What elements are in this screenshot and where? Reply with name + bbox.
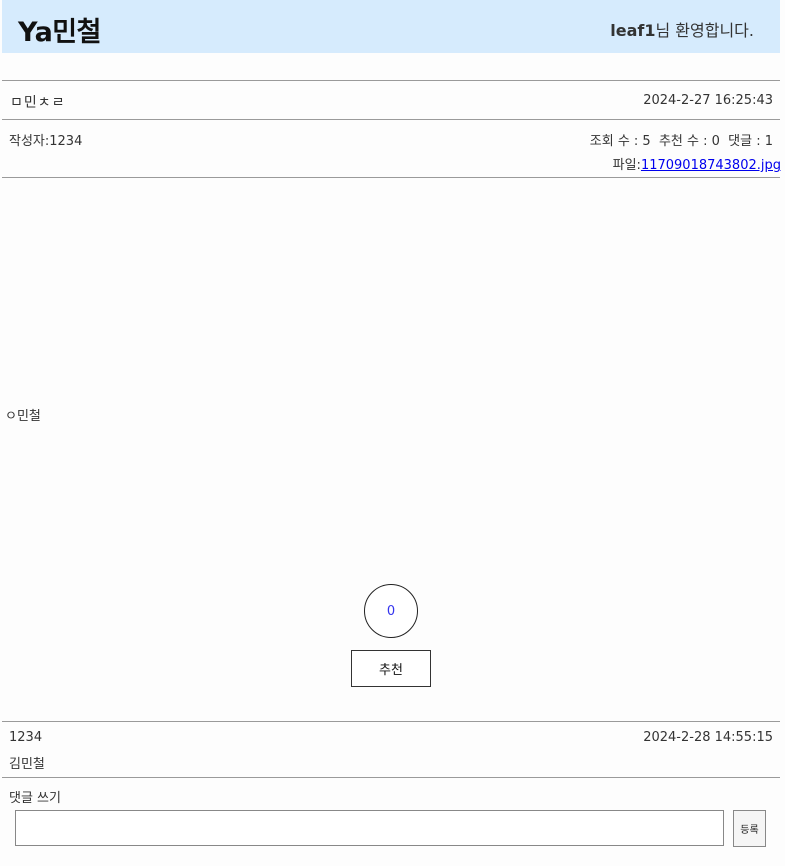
author-name: 1234 [49, 134, 83, 149]
divider [2, 119, 780, 120]
site-logo[interactable]: Ya민철 [18, 10, 101, 49]
username: leaf1 [610, 21, 656, 40]
comment-date: 2024-2-28 14:55:15 [643, 730, 773, 745]
post-author: 작성자:1234 [9, 130, 82, 149]
divider [2, 721, 780, 722]
recommend-count: 0 [364, 584, 418, 638]
divider [2, 80, 780, 81]
comment-form-label: 댓글 쓰기 [9, 791, 61, 806]
comment-input[interactable] [15, 810, 724, 846]
comment-submit-button[interactable]: 등록 [733, 810, 766, 847]
author-label: 작성자: [9, 134, 50, 149]
comment-text: 김민철 [9, 757, 45, 772]
site-header: Ya민철 leaf1님 환영합니다. [2, 0, 780, 53]
welcome-message: leaf1님 환영합니다. [610, 17, 754, 41]
post-stats: 조회 수 : 5 추천 수 : 0 댓글 : 1 [589, 134, 773, 149]
post-date: 2024-2-27 16:25:43 [643, 93, 773, 108]
file-label: 파일: [612, 158, 641, 173]
post-title: ㅁ민ㅊㄹ [10, 95, 66, 111]
file-download-link[interactable]: 11709018743802.jpg [641, 158, 781, 173]
recommend-button[interactable]: 추천 [351, 650, 431, 687]
post-content: ㅇ민철 [5, 409, 41, 424]
divider [2, 777, 780, 778]
divider [2, 177, 780, 178]
post-file: 파일:11709018743802.jpg [613, 154, 781, 173]
comment-author: 1234 [9, 730, 43, 745]
welcome-suffix: 님 환영합니다. [655, 21, 755, 40]
